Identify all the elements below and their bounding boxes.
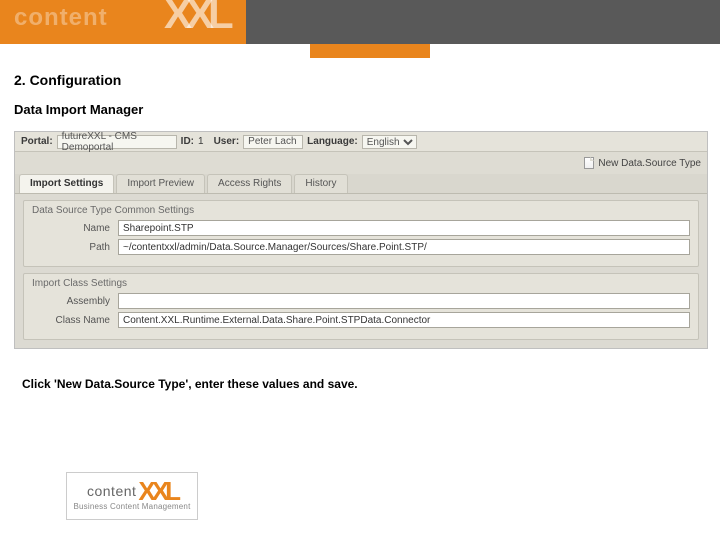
- tab-import-settings[interactable]: Import Settings: [19, 174, 114, 193]
- tab-import-preview[interactable]: Import Preview: [116, 174, 205, 193]
- user-label: User:: [214, 136, 240, 147]
- new-datasource-type-button[interactable]: New Data.Source Type: [584, 157, 701, 169]
- app-window: Portal: futureXXL - CMS Demoportal ID: 1…: [14, 131, 708, 349]
- logo-suffix: XXL: [164, 0, 228, 38]
- section-title: 2. Configuration: [14, 72, 710, 88]
- logo-block: content XXL: [0, 0, 246, 44]
- new-button-label: New Data.Source Type: [598, 158, 701, 169]
- portal-field[interactable]: futureXXL - CMS Demoportal: [57, 135, 177, 149]
- tab-access-rights[interactable]: Access Rights: [207, 174, 292, 193]
- language-select[interactable]: English: [362, 135, 417, 149]
- top-banner: content XXL: [0, 0, 720, 44]
- user-field[interactable]: Peter Lach: [243, 135, 303, 149]
- path-label: Path: [32, 242, 118, 253]
- footer-logo: content XXL Business Content Management: [66, 472, 198, 520]
- group-common-settings-title: Data Source Type Common Settings: [32, 205, 690, 216]
- assembly-label: Assembly: [32, 296, 118, 307]
- footer-logo-text: content: [87, 483, 136, 499]
- panel: Data Source Type Common Settings Name Pa…: [15, 194, 707, 356]
- name-label: Name: [32, 223, 118, 234]
- toolbar: New Data.Source Type: [15, 152, 707, 174]
- assembly-input[interactable]: [118, 293, 690, 309]
- logo-text: content: [0, 0, 108, 32]
- footer-logo-tagline: Business Content Management: [73, 502, 190, 511]
- path-input[interactable]: [118, 239, 690, 255]
- footer-logo-suffix: XXL: [138, 481, 177, 502]
- portal-label: Portal:: [21, 136, 53, 147]
- orange-accent: [310, 44, 430, 58]
- class-name-input[interactable]: [118, 312, 690, 328]
- group-common-settings: Data Source Type Common Settings Name Pa…: [23, 200, 699, 267]
- document-icon: [584, 157, 594, 169]
- id-value: 1: [198, 136, 204, 147]
- tab-history[interactable]: History: [294, 174, 347, 193]
- id-label: ID:: [181, 136, 194, 147]
- instruction-text: Click 'New Data.Source Type', enter thes…: [14, 377, 710, 391]
- group-import-class-title: Import Class Settings: [32, 278, 690, 289]
- tab-bar: Import Settings Import Preview Access Ri…: [15, 174, 707, 194]
- group-import-class-settings: Import Class Settings Assembly Class Nam…: [23, 273, 699, 340]
- name-input[interactable]: [118, 220, 690, 236]
- app-header: Portal: futureXXL - CMS Demoportal ID: 1…: [15, 132, 707, 152]
- language-label: Language:: [307, 136, 358, 147]
- sub-title: Data Import Manager: [14, 102, 710, 117]
- class-name-label: Class Name: [32, 315, 118, 326]
